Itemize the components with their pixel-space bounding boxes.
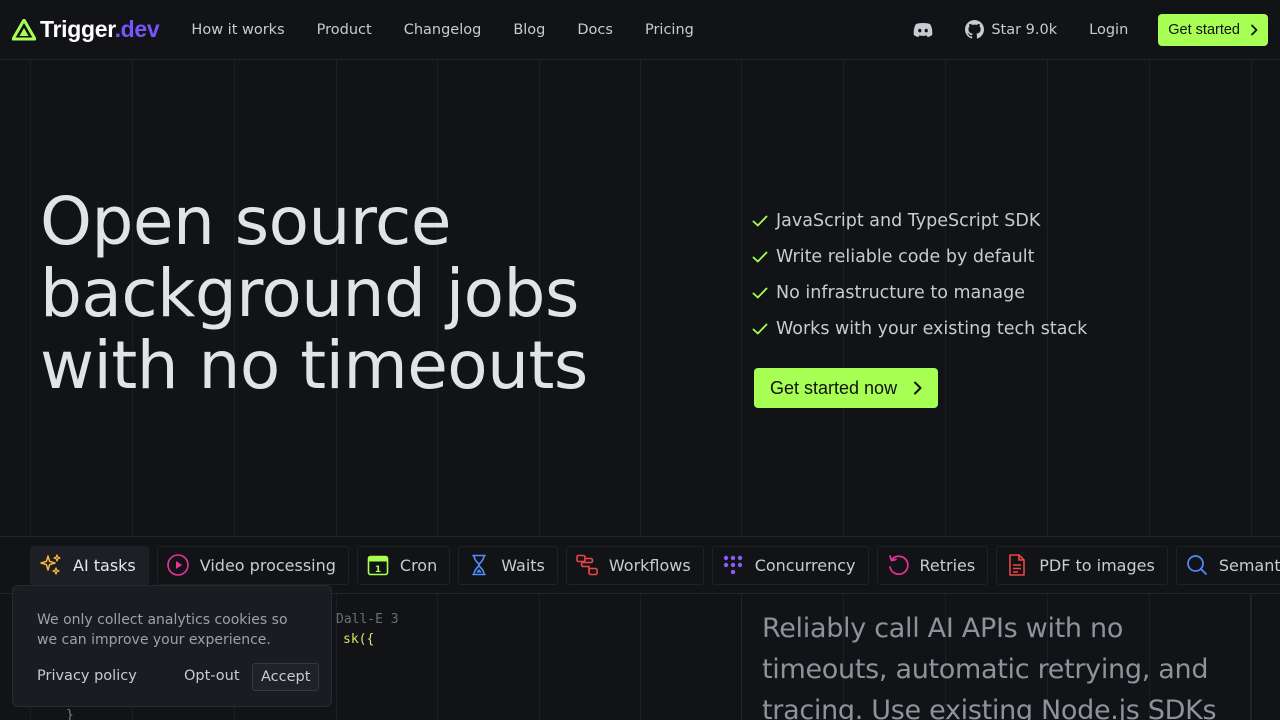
privacy-policy-link[interactable]: Privacy policy [37, 668, 137, 684]
tab-label: Video processing [199, 555, 336, 575]
retry-icon [888, 555, 909, 576]
calendar-icon: 1 [367, 555, 389, 576]
github-star-label: Star 9.0k [991, 21, 1058, 38]
tab-video-processing[interactable]: Video processing [156, 545, 349, 585]
github-icon [965, 20, 985, 39]
tab-label: Waits [501, 555, 545, 575]
logo-text-main: Trigger [40, 16, 115, 42]
tab-label: AI tasks [73, 555, 136, 575]
feature-text: Write reliable code by default [776, 247, 1035, 267]
check-icon [752, 251, 768, 263]
cookie-message: We only collect analytics cookies so we … [37, 612, 288, 648]
nav-product[interactable]: Product [301, 0, 388, 60]
nav-blog[interactable]: Blog [497, 0, 561, 60]
hero-title-line: Open source [40, 183, 451, 260]
tab-pdf-to-images[interactable]: PDF to images [996, 545, 1168, 585]
discord-icon [914, 22, 933, 37]
header-actions: Star 9.0k Login Get started [911, 13, 1268, 46]
logo-text-suffix: .dev [114, 16, 160, 42]
tab-semantic[interactable]: Semantic [1175, 545, 1280, 585]
get-started-now-button[interactable]: Get started now [754, 368, 939, 408]
tab-label: Cron [399, 555, 438, 575]
cookie-banner: We only collect analytics cookies so we … [12, 585, 332, 707]
tab-label: PDF to images [1039, 555, 1155, 575]
tab-label: Retries [919, 555, 976, 575]
github-star-link[interactable]: Star 9.0k [965, 20, 1057, 39]
logo[interactable]: Trigger.dev [12, 16, 160, 43]
get-started-now-label: Get started now [770, 377, 898, 398]
feature-item: No infrastructure to manage [752, 275, 1087, 311]
get-started-label: Get started [1168, 21, 1240, 38]
tab-concurrency[interactable]: Concurrency [711, 545, 869, 585]
tab-waits[interactable]: Waits [458, 545, 558, 585]
chevron-right-icon [914, 381, 922, 395]
hero-title-line: background jobs [40, 255, 579, 332]
nav-how-it-works[interactable]: How it works [175, 0, 300, 60]
nav-changelog[interactable]: Changelog [388, 0, 498, 60]
check-icon [752, 323, 768, 335]
hero-title-line: with no timeouts [40, 327, 588, 404]
chevron-right-icon [1251, 24, 1258, 35]
code-call: sk({ [343, 632, 375, 647]
logo-icon [12, 18, 36, 40]
accept-button[interactable]: Accept [252, 663, 320, 691]
main-nav: How it works Product Changelog Blog Docs… [175, 0, 709, 60]
feature-text: No infrastructure to manage [776, 283, 1025, 303]
hourglass-icon [472, 554, 487, 576]
check-icon [752, 215, 768, 227]
opt-out-button[interactable]: Opt-out [184, 668, 240, 684]
feature-item: JavaScript and TypeScript SDK [752, 203, 1087, 239]
discord-link[interactable] [911, 18, 935, 42]
nav-docs[interactable]: Docs [561, 0, 629, 60]
logo-text: Trigger.dev [40, 16, 160, 43]
feature-list: JavaScript and TypeScript SDK Write reli… [752, 203, 1087, 347]
feature-text: Works with your existing tech stack [776, 319, 1088, 339]
code-comment: Dall-E 3 [336, 612, 399, 627]
nav-pricing[interactable]: Pricing [629, 0, 710, 60]
login-link[interactable]: Login [1089, 22, 1128, 38]
search-icon [1186, 555, 1207, 575]
tab-label: Concurrency [754, 555, 856, 575]
feature-text: JavaScript and TypeScript SDK [776, 211, 1041, 231]
play-circle-icon [166, 554, 189, 576]
tab-ai-tasks[interactable]: AI tasks [30, 545, 149, 585]
dots-grid-icon [723, 555, 742, 575]
tab-label: Workflows [608, 555, 691, 575]
check-icon [752, 287, 768, 299]
tab-label: Semantic [1218, 555, 1280, 575]
document-icon [1009, 554, 1026, 576]
tab-cron[interactable]: 1 Cron [356, 545, 451, 585]
svg-text:1: 1 [375, 565, 381, 575]
sparkles-icon [40, 554, 61, 575]
feature-item: Write reliable code by default [752, 239, 1087, 275]
tab-description-panel: Reliably call AI APIs with no timeouts, … [741, 594, 1251, 720]
feature-item: Works with your existing tech stack [752, 311, 1087, 347]
code-brace: } [66, 708, 74, 720]
tab-retries[interactable]: Retries [876, 545, 989, 585]
get-started-button[interactable]: Get started [1158, 13, 1268, 46]
tab-workflows[interactable]: Workflows [565, 545, 704, 585]
hero-title: Open source background jobs with no time… [40, 186, 588, 402]
site-header: Trigger.dev How it works Product Changel… [0, 0, 1280, 60]
workflow-icon [576, 554, 598, 576]
tab-description: Reliably call AI APIs with no timeouts, … [762, 613, 1217, 720]
